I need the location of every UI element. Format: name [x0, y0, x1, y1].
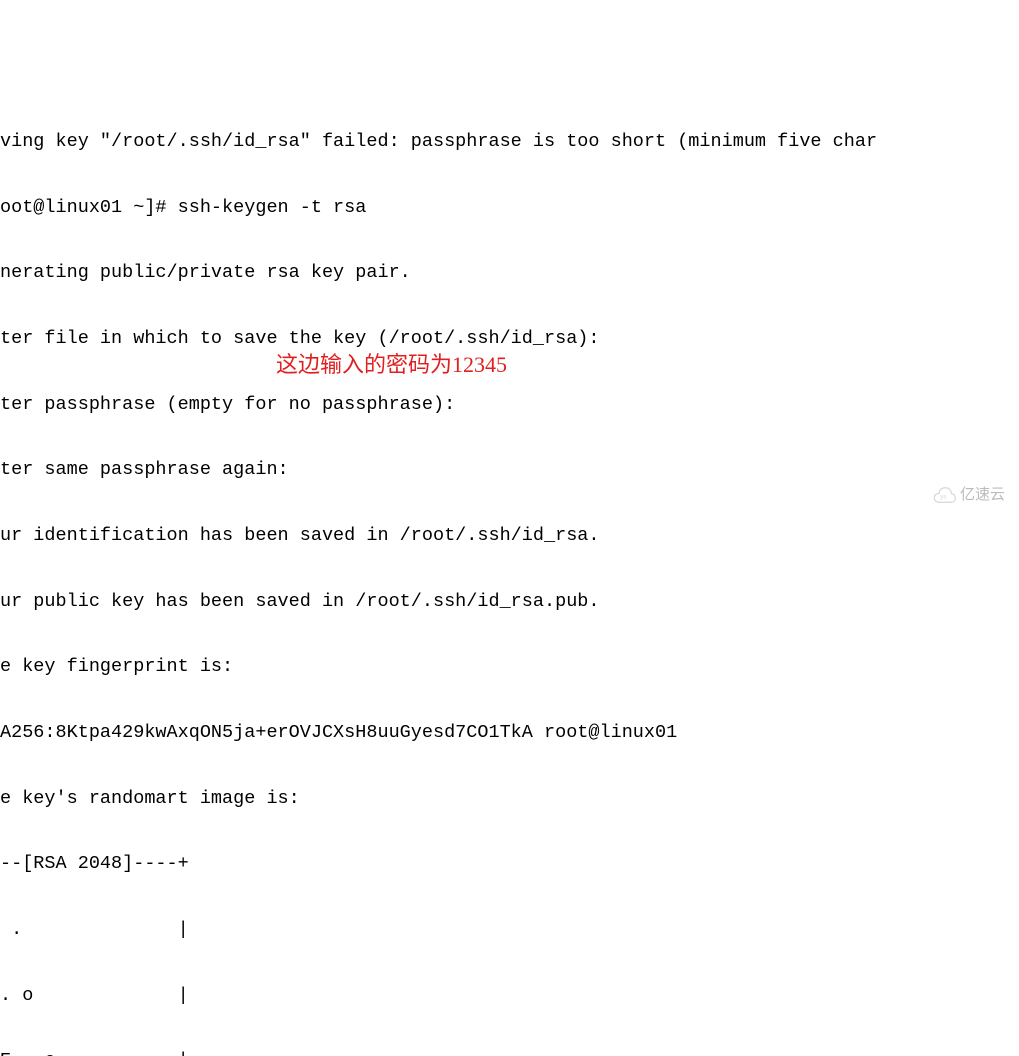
- cloud-icon: ys: [931, 486, 957, 504]
- svg-text:ys: ys: [940, 493, 947, 500]
- terminal-line: ving key "/root/.ssh/id_rsa" failed: pas…: [0, 131, 1019, 153]
- terminal-line: A256:8Ktpa429kwAxqON5ja+erOVJCXsH8uuGyes…: [0, 722, 1019, 744]
- terminal-output[interactable]: ving key "/root/.ssh/id_rsa" failed: pas…: [0, 87, 1019, 1056]
- terminal-line: . |: [0, 919, 1019, 941]
- annotation-text: 这边输入的密码为12345: [276, 352, 507, 378]
- terminal-line: ur identification has been saved in /roo…: [0, 525, 1019, 547]
- terminal-line: oot@linux01 ~]# ssh-keygen -t rsa: [0, 197, 1019, 219]
- watermark-label: 亿速云: [960, 486, 1005, 504]
- watermark: ys 亿速云: [931, 486, 1005, 504]
- terminal-line: . o |: [0, 985, 1019, 1007]
- terminal-line: nerating public/private rsa key pair.: [0, 262, 1019, 284]
- terminal-line: ur public key has been saved in /root/.s…: [0, 591, 1019, 613]
- terminal-line: --[RSA 2048]----+: [0, 853, 1019, 875]
- terminal-line: ter file in which to save the key (/root…: [0, 328, 1019, 350]
- terminal-line: e key fingerprint is:: [0, 656, 1019, 678]
- terminal-line: E o. |: [0, 1050, 1019, 1056]
- terminal-line: ter same passphrase again:: [0, 459, 1019, 481]
- terminal-line: ter passphrase (empty for no passphrase)…: [0, 394, 1019, 416]
- terminal-line: e key's randomart image is:: [0, 788, 1019, 810]
